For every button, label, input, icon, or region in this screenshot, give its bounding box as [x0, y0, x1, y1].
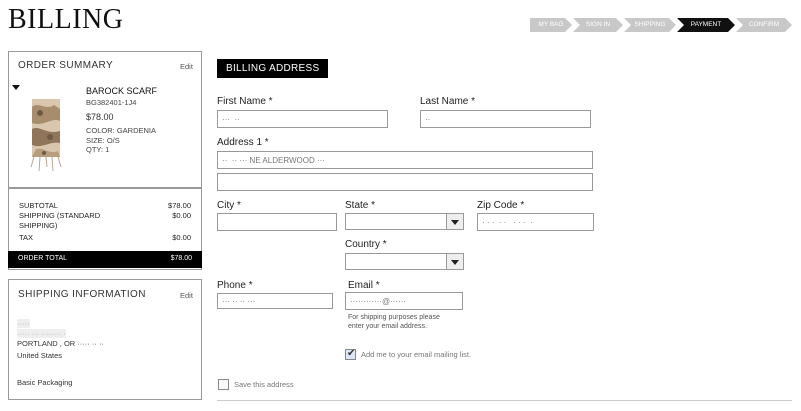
collapse-arrow-icon[interactable] [12, 85, 20, 90]
order-total-value: $78.00 [170, 255, 192, 262]
product-price: $78.00 [86, 112, 114, 122]
first-name-input[interactable] [217, 110, 388, 128]
tax-row: TAX $0.00 [19, 233, 191, 242]
shipping-row: SHIPPING (STANDARD $0.00 [19, 211, 191, 220]
shipping-label-continued: SHIPPING) [19, 221, 58, 230]
zip-input[interactable] [477, 213, 594, 231]
email-label: Email * [348, 280, 380, 291]
step-payment: PAYMENT [677, 18, 735, 32]
product-qty: QTY: 1 [86, 145, 110, 154]
state-select[interactable] [345, 213, 464, 230]
product-name[interactable]: BAROCK SCARF [86, 86, 157, 96]
tax-label: TAX [19, 233, 34, 242]
email-hint: For shipping purposes please enter your … [348, 313, 440, 331]
step-sign-in[interactable]: SIGN IN [573, 18, 623, 32]
city-label: City * [217, 200, 241, 211]
form-divider [217, 400, 792, 401]
shipping-city-state: PORTLAND , OR ····· ·· ·· [17, 339, 104, 348]
address2-input[interactable] [217, 173, 593, 191]
phone-label: Phone * [217, 280, 253, 291]
page-title: BILLING [8, 4, 124, 35]
subtotal-row: SUBTOTAL $78.00 [19, 201, 191, 210]
chevron-down-icon[interactable] [446, 214, 463, 229]
country-label: Country * [345, 239, 387, 250]
address1-input[interactable] [217, 151, 593, 169]
subtotal-value: $78.00 [168, 201, 191, 210]
chevron-down-icon[interactable] [446, 254, 463, 269]
shipping-name: ····· [17, 319, 30, 328]
email-hint-line-2: enter your email address. [348, 323, 427, 330]
product-sku: BG382401-1J4 [86, 98, 137, 107]
order-total-label: ORDER TOTAL [18, 255, 68, 262]
shipping-street: ····· ··· ········ · [17, 329, 66, 338]
zip-label: Zip Code * [477, 200, 525, 211]
order-summary-edit-link[interactable]: Edit [180, 62, 193, 71]
email-hint-line-1: For shipping purposes please [348, 314, 440, 321]
first-name-label: First Name * [217, 96, 273, 107]
shipping-row-continued: SHIPPING) [19, 221, 191, 230]
step-confirm: CONFIRM [736, 18, 792, 32]
order-summary-title: ORDER SUMMARY [18, 60, 114, 71]
shipping-information-edit-link[interactable]: Edit [180, 291, 193, 300]
checkout-progress: MY BAG SIGN IN SHIPPING PAYMENT CONFIRM [530, 18, 793, 32]
shipping-information-title: SHIPPING INFORMATION [18, 289, 146, 300]
step-my-bag[interactable]: MY BAG [530, 18, 572, 32]
save-address-label[interactable]: Save this address [234, 380, 294, 389]
product-size: SIZE: O/S [86, 136, 120, 145]
shipping-country: United States [17, 351, 63, 360]
subtotal-label: SUBTOTAL [19, 201, 58, 210]
tax-value: $0.00 [172, 233, 191, 242]
shipping-packaging: Basic Packaging [17, 378, 73, 387]
save-address-checkbox[interactable] [218, 379, 229, 390]
step-shipping[interactable]: SHIPPING [624, 18, 676, 32]
phone-input[interactable] [217, 293, 333, 309]
product-color: COLOR: GARDENIA [86, 126, 157, 135]
country-select[interactable] [345, 253, 464, 270]
state-label: State * [345, 200, 376, 211]
last-name-label: Last Name * [420, 96, 476, 107]
shipping-value: $0.00 [172, 211, 191, 220]
city-input[interactable] [217, 213, 337, 231]
billing-address-heading: BILLING ADDRESS [217, 59, 329, 78]
last-name-input[interactable] [420, 110, 591, 128]
email-input[interactable] [345, 292, 463, 310]
mailing-list-label[interactable]: Add me to your email mailing list. [361, 350, 471, 359]
order-total-bar: ORDER TOTAL $78.00 [8, 251, 202, 268]
mailing-list-checkbox[interactable] [345, 348, 356, 360]
shipping-label: SHIPPING (STANDARD [19, 211, 101, 220]
scarf-product-image[interactable] [26, 97, 66, 175]
address1-label: Address 1 * [217, 137, 269, 148]
